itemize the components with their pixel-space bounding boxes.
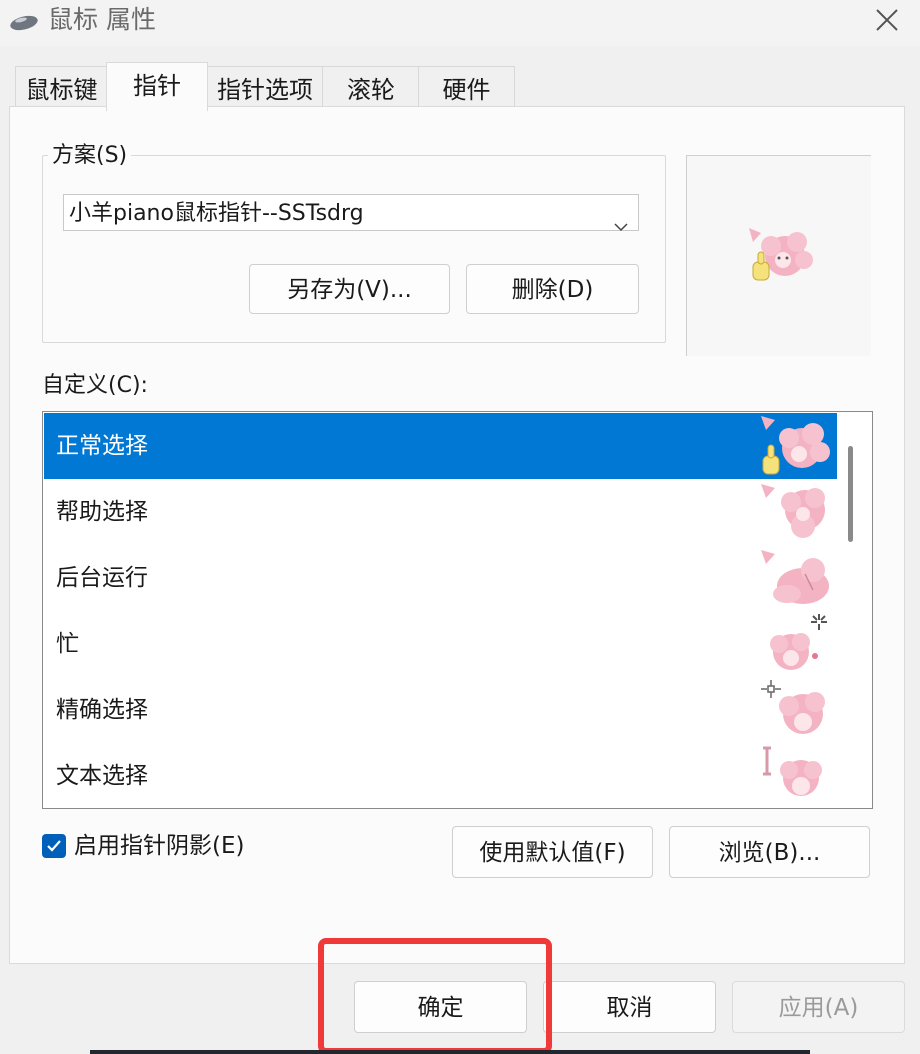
- cancel-button[interactable]: 取消: [543, 981, 716, 1033]
- list-item-label: 正常选择: [56, 433, 148, 459]
- list-item-text-select[interactable]: 文本选择: [44, 743, 837, 808]
- sheep-busy-cursor-icon: [770, 614, 827, 670]
- list-item-label: 文本选择: [56, 763, 148, 789]
- save-as-button[interactable]: 另存为(V)...: [249, 264, 450, 314]
- pointer-shadow-checkbox[interactable]: [42, 834, 66, 858]
- list-item-label: 忙: [56, 631, 79, 657]
- checkmark-icon: [47, 840, 61, 852]
- customize-label: 自定义(C):: [42, 373, 148, 398]
- taskbar-edge: [90, 1050, 810, 1054]
- sheep-cursor-preview-icon: [749, 228, 813, 281]
- sheep-text-cursor-icon: [763, 746, 822, 796]
- tab-hardware[interactable]: 硬件: [418, 66, 515, 109]
- list-item-help-select[interactable]: 帮助选择: [44, 479, 837, 545]
- scheme-select[interactable]: 小羊piano鼠标指针--SSTsdrg: [63, 194, 639, 232]
- sheep-normal-cursor-icon: [761, 416, 830, 475]
- list-item-label: 精确选择: [56, 697, 148, 723]
- tab-buttons[interactable]: 鼠标键: [15, 66, 108, 109]
- list-scrollbar[interactable]: [848, 446, 853, 542]
- tab-wheel[interactable]: 滚轮: [322, 66, 420, 109]
- chevron-down-icon: [614, 207, 628, 244]
- sheep-working-cursor-icon: [761, 550, 829, 604]
- cursor-preview: [686, 155, 871, 356]
- window-title: 鼠标 属性: [48, 5, 156, 34]
- scheme-label: 方案(S): [48, 143, 132, 169]
- list-item-busy[interactable]: 忙: [44, 611, 837, 677]
- delete-button[interactable]: 删除(D): [466, 264, 639, 314]
- cursor-list[interactable]: 正常选择 帮助选择 后台运行 忙 精确选择 文本选择: [42, 411, 873, 809]
- sheep-help-cursor-icon: [761, 484, 825, 538]
- browse-button[interactable]: 浏览(B)...: [669, 826, 870, 878]
- list-item-precision-select[interactable]: 精确选择: [44, 677, 837, 743]
- sheep-crosshair-cursor-icon: [761, 680, 825, 734]
- highlight-annotation: [318, 938, 552, 1054]
- mouse-icon: [8, 12, 40, 32]
- close-icon: [876, 9, 898, 31]
- pointer-shadow-label[interactable]: 启用指针阴影(E): [74, 831, 244, 861]
- list-item-label: 帮助选择: [56, 499, 148, 525]
- scheme-selected-value: 小羊piano鼠标指针--SSTsdrg: [69, 201, 364, 226]
- tab-pointer-options[interactable]: 指针选项: [206, 66, 324, 109]
- list-item-background-running[interactable]: 后台运行: [44, 545, 837, 611]
- use-default-button[interactable]: 使用默认值(F): [452, 826, 653, 878]
- title-bar: 鼠标 属性: [0, 0, 920, 46]
- tab-panel-pointers: 方案(S) 小羊piano鼠标指针--SSTsdrg 另存为(V)... 删除(…: [9, 106, 905, 964]
- close-button[interactable]: [862, 0, 912, 40]
- list-item-normal-select[interactable]: 正常选择: [44, 413, 837, 479]
- list-item-label: 后台运行: [56, 565, 148, 591]
- tab-pointers[interactable]: 指针: [106, 62, 208, 111]
- apply-button[interactable]: 应用(A): [732, 981, 905, 1033]
